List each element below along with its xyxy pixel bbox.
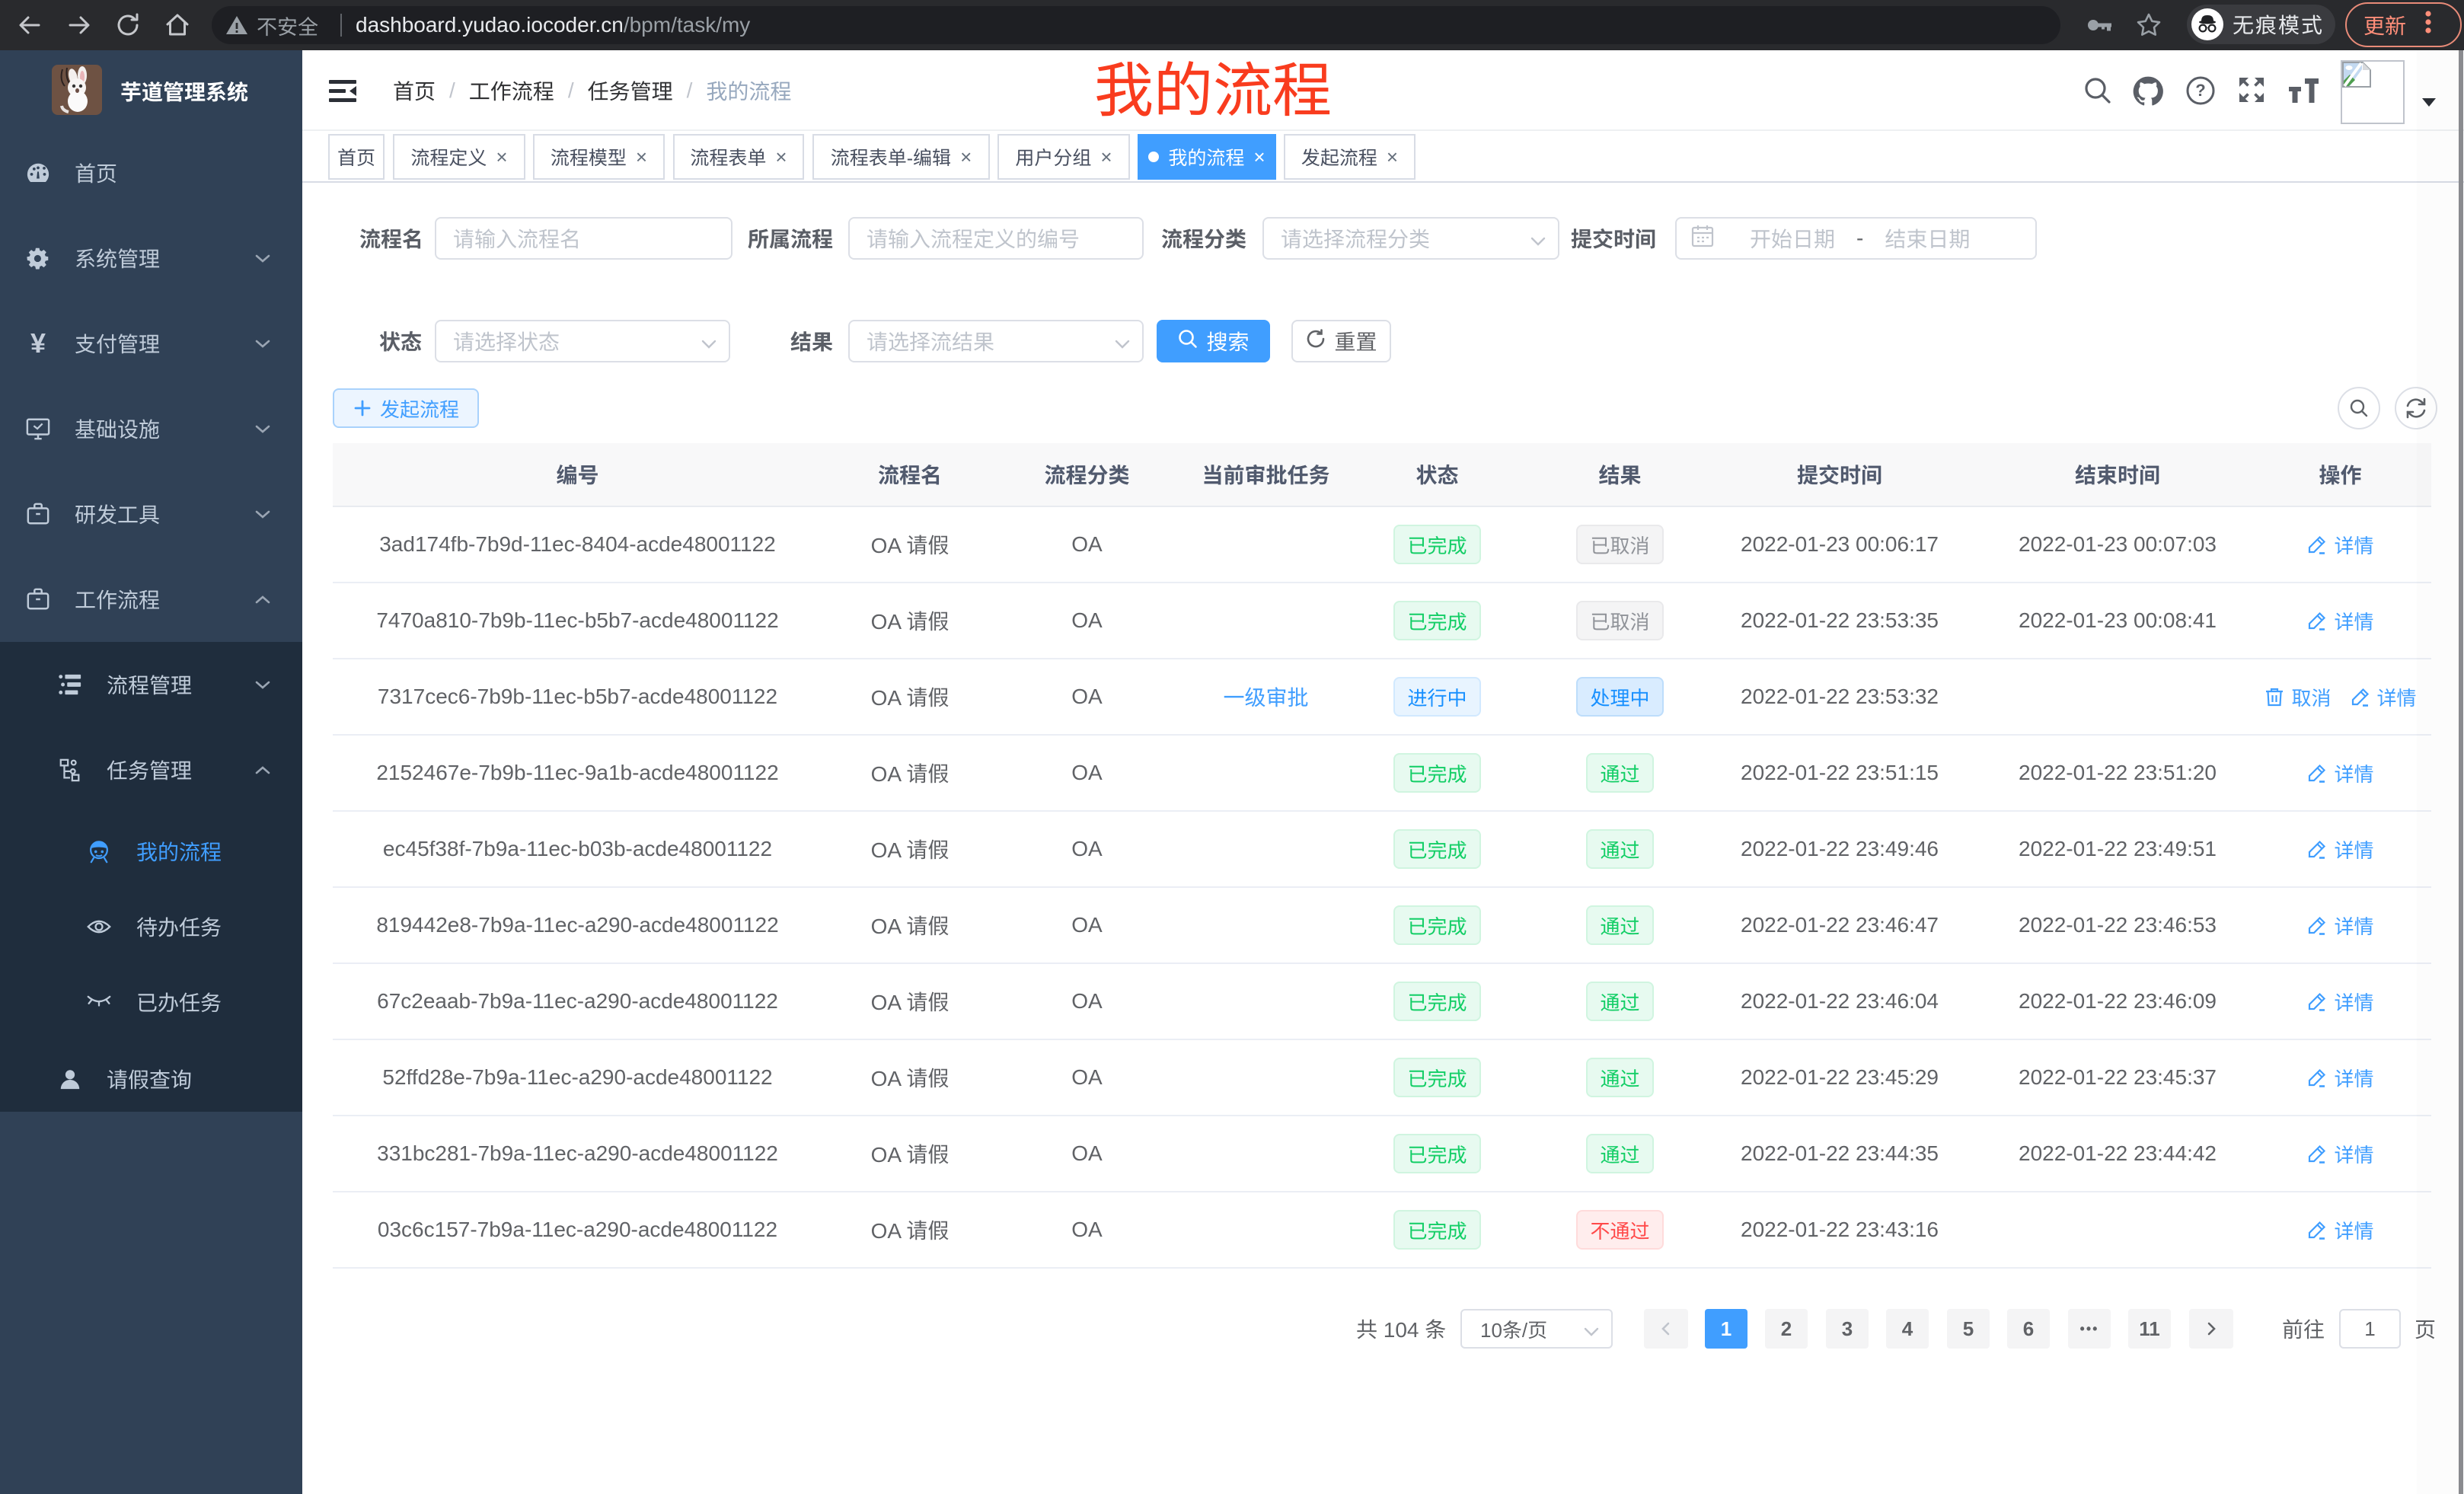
svg-text:?: ? — [2195, 81, 2205, 100]
